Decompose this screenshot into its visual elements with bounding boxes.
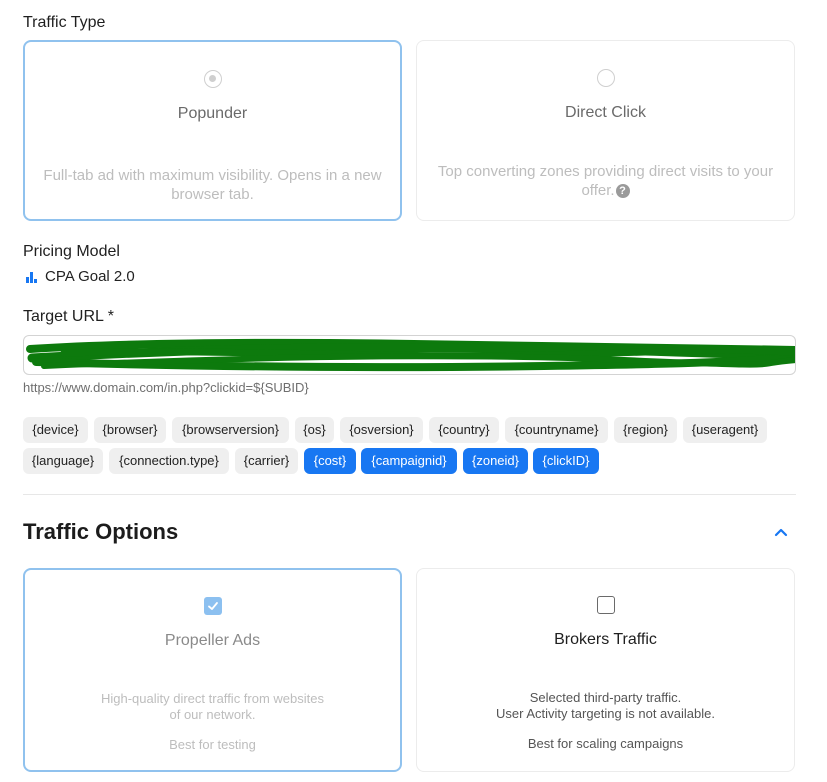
brokers-description-line1: Selected third-party traffic. xyxy=(529,690,682,705)
target-url-input[interactable]: BID}&z xyxy=(23,335,796,375)
brokers-description-line2: User Activity targeting is not available… xyxy=(496,706,715,721)
propeller-description-line2: of our network. xyxy=(169,707,256,722)
direct-click-title: Direct Click xyxy=(565,104,646,121)
macro-chip[interactable]: {osversion} xyxy=(340,417,423,443)
macro-chip[interactable]: {countryname} xyxy=(505,417,608,443)
macro-chip[interactable]: {browser} xyxy=(94,417,166,443)
macro-chip[interactable]: {useragent} xyxy=(683,417,767,443)
propeller-title: Propeller Ads xyxy=(164,632,261,649)
macro-chip-active[interactable]: {cost} xyxy=(304,448,356,474)
macro-chip[interactable]: {connection.type} xyxy=(109,448,229,474)
macro-chip-active[interactable]: {clickID} xyxy=(533,448,599,474)
traffic-type-popunder-card[interactable]: Popunder Full-tab ad with maximum visibi… xyxy=(23,40,402,221)
traffic-type-direct-click-card[interactable]: Direct Click Top converting zones provid… xyxy=(416,40,795,221)
bar-chart-icon xyxy=(26,271,38,283)
popunder-description: Full-tab ad with maximum visibility. Ope… xyxy=(43,167,382,203)
macro-chip-active[interactable]: {zoneid} xyxy=(463,448,528,474)
direct-click-radio[interactable] xyxy=(596,69,615,87)
checkmark-icon xyxy=(207,602,218,610)
traffic-option-propeller-card[interactable]: Propeller Ads High-quality direct traffi… xyxy=(23,568,402,772)
macro-chip[interactable]: {browserversion} xyxy=(172,417,289,443)
section-divider xyxy=(23,494,796,495)
redaction-scribble xyxy=(26,338,795,372)
help-icon[interactable]: ? xyxy=(615,184,630,198)
macro-chip[interactable]: {device} xyxy=(23,417,88,443)
macro-chip[interactable]: {country} xyxy=(429,417,499,443)
macro-chip[interactable]: {carrier} xyxy=(235,448,298,474)
direct-click-description-wrap: Top converting zones providing direct vi… xyxy=(427,162,784,200)
chevron-up-icon[interactable] xyxy=(774,527,788,537)
macro-chip-active[interactable]: {campaignid} xyxy=(361,448,457,474)
popunder-title: Popunder xyxy=(177,105,248,122)
pricing-model-value: CPA Goal 2.0 xyxy=(45,268,135,285)
macro-chip[interactable]: {language} xyxy=(23,448,103,474)
traffic-options-title: Traffic Options xyxy=(23,519,179,544)
pricing-model-label: Pricing Model xyxy=(23,243,120,260)
macro-chip[interactable]: {region} xyxy=(614,417,677,443)
brokers-title: Brokers Traffic xyxy=(554,631,657,648)
traffic-option-brokers-card[interactable]: Brokers Traffic Selected third-party tra… xyxy=(416,568,795,772)
propeller-note: Best for testing xyxy=(169,737,256,752)
brokers-note: Best for scaling campaigns xyxy=(527,736,684,751)
target-url-label: Target URL * xyxy=(23,308,114,325)
traffic-type-label: Traffic Type xyxy=(23,14,106,31)
macro-chip[interactable]: {os} xyxy=(295,417,334,443)
target-url-hint: https://www.domain.com/in.php?clickid=${… xyxy=(23,380,309,395)
direct-click-description: Top converting zones providing direct vi… xyxy=(437,163,774,199)
popunder-radio[interactable] xyxy=(203,70,222,88)
brokers-checkbox[interactable] xyxy=(596,596,615,614)
propeller-description-line1: High-quality direct traffic from website… xyxy=(100,691,324,706)
propeller-checkbox[interactable] xyxy=(203,597,222,615)
